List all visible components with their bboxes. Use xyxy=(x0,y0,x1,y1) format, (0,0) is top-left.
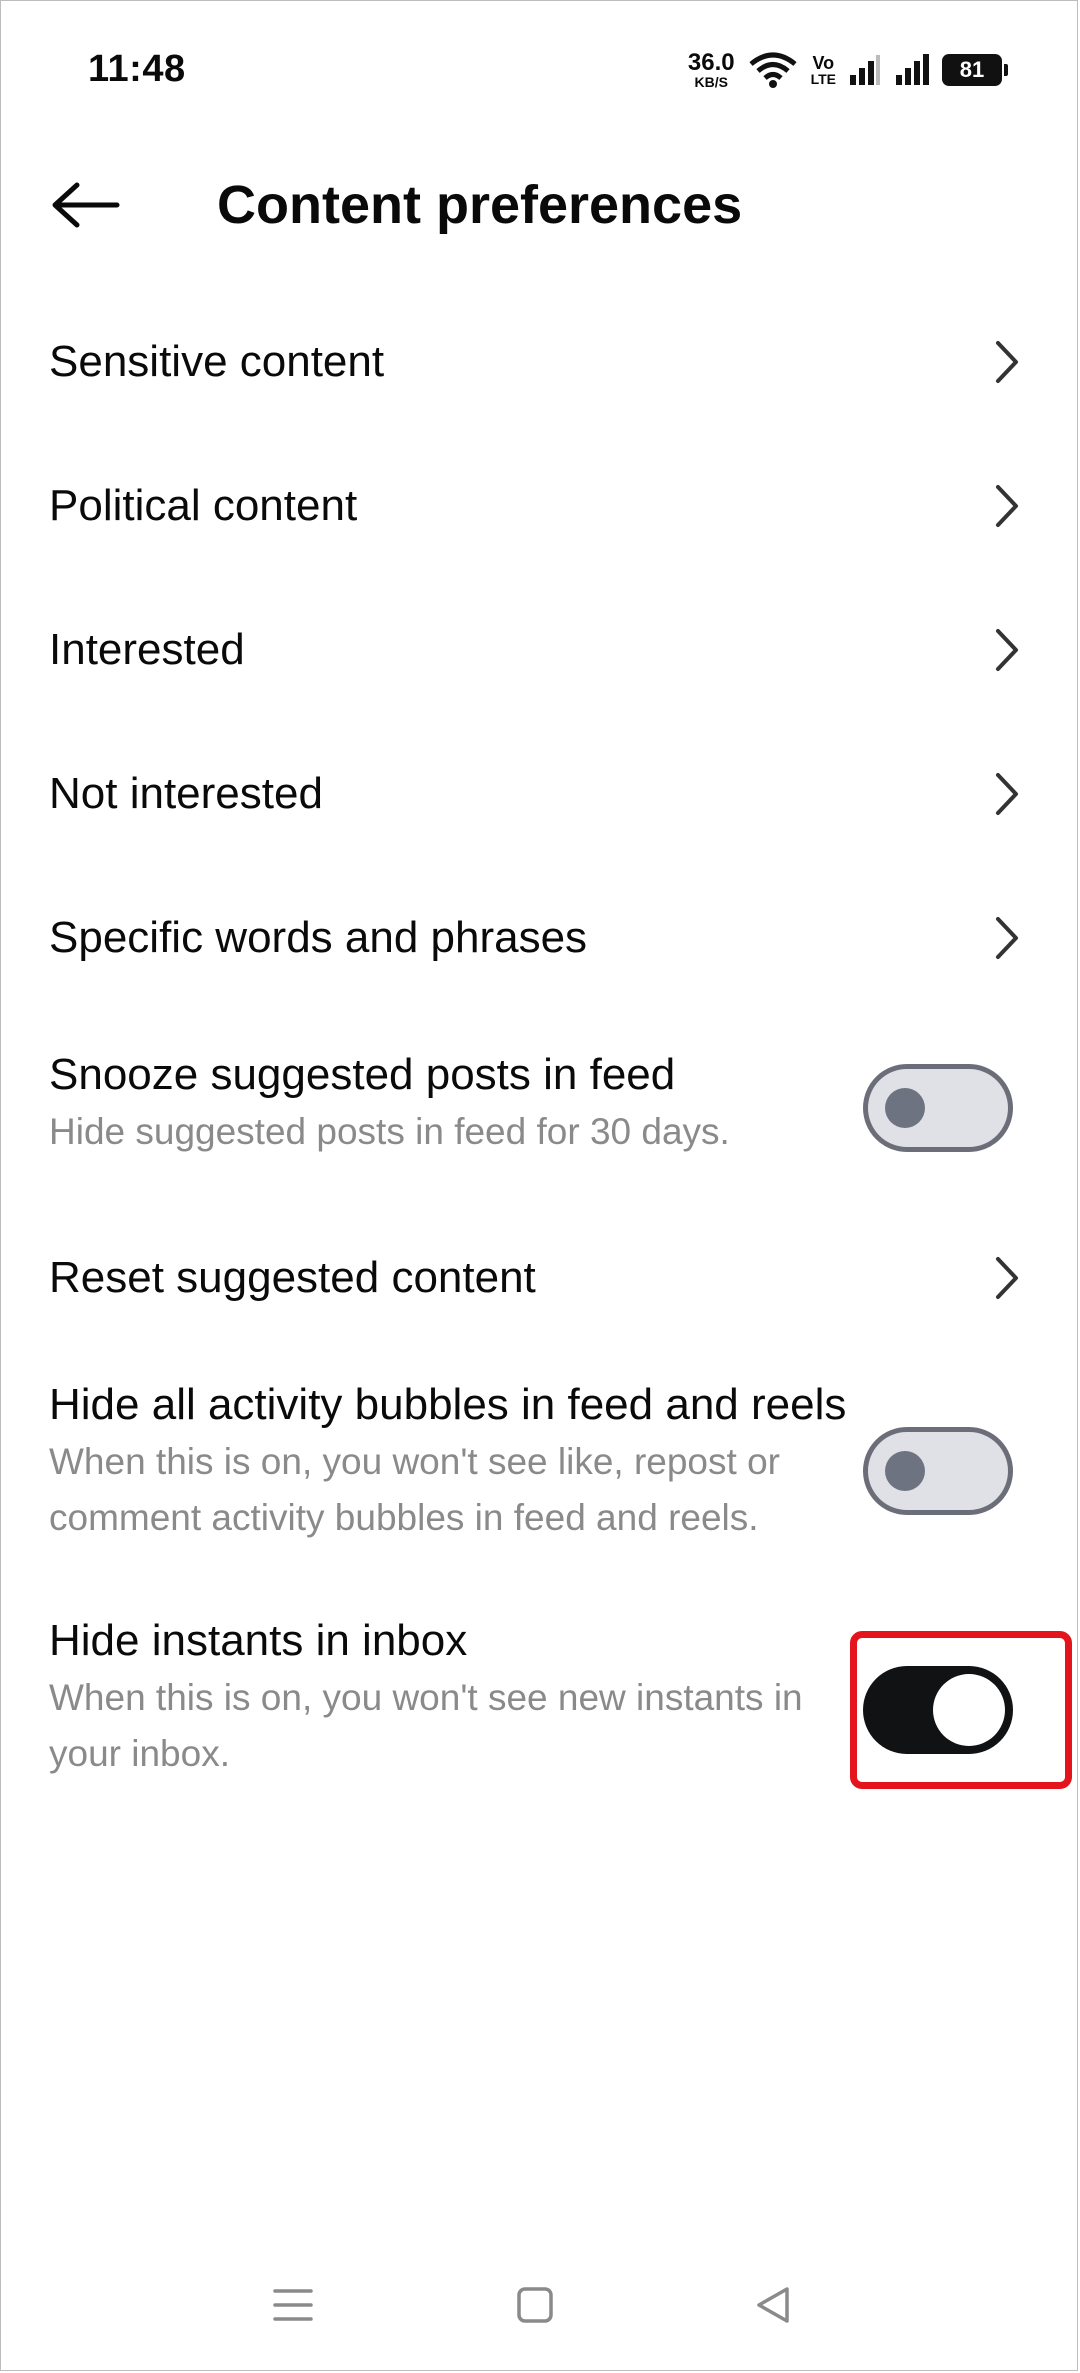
net-speed-value: 36.0 xyxy=(687,49,735,76)
item-label: Hide all activity bubbles in feed and re… xyxy=(49,1380,847,1429)
hide-instants-item: Hide instants in inbox When this is on, … xyxy=(0,1592,1080,1828)
sensitive-content-item[interactable]: Sensitive content xyxy=(0,290,1080,434)
volte-indicator: Vo LTE xyxy=(811,54,836,86)
reset-suggested-content-item[interactable]: Reset suggested content xyxy=(0,1206,1080,1350)
toggle-knob xyxy=(933,1674,1005,1746)
net-speed: 36.0 KB/S xyxy=(687,49,735,90)
volte-top: Vo xyxy=(812,53,835,73)
system-back-button[interactable] xyxy=(738,2270,808,2340)
snooze-suggested-posts-item: Snooze suggested posts in feed Hide sugg… xyxy=(0,1010,1080,1206)
snooze-suggested-posts-toggle[interactable] xyxy=(863,1064,1013,1152)
toggle-knob xyxy=(885,1088,925,1128)
chevron-right-icon xyxy=(996,485,1018,527)
back-triangle-icon xyxy=(757,2287,789,2323)
wifi-icon xyxy=(749,52,797,88)
item-label: Not interested xyxy=(49,769,323,818)
toggle-knob xyxy=(885,1451,925,1491)
item-label: Hide instants in inbox xyxy=(49,1616,468,1665)
not-interested-item[interactable]: Not interested xyxy=(0,722,1080,866)
recent-apps-button[interactable] xyxy=(258,2270,328,2340)
hide-activity-bubbles-toggle[interactable] xyxy=(863,1427,1013,1515)
status-time: 11:48 xyxy=(88,48,186,90)
arrow-left-icon xyxy=(52,182,120,228)
chevron-right-icon xyxy=(996,1257,1018,1299)
item-label: Snooze suggested posts in feed xyxy=(49,1050,676,1099)
item-description: When this is on, you won't see like, rep… xyxy=(49,1441,780,1538)
item-label: Specific words and phrases xyxy=(49,913,588,962)
signal-icon-sim1 xyxy=(850,55,880,85)
chevron-right-icon xyxy=(996,917,1018,959)
system-nav-bar xyxy=(0,2250,1080,2360)
chevron-right-icon xyxy=(996,341,1018,383)
home-square-icon xyxy=(517,2287,553,2323)
app-header: Content preferences xyxy=(0,140,1080,270)
page-title: Content preferences xyxy=(217,175,743,235)
item-description: When this is on, you won't see new insta… xyxy=(49,1677,803,1774)
home-button[interactable] xyxy=(500,2270,570,2340)
specific-words-item[interactable]: Specific words and phrases xyxy=(0,866,1080,1010)
chevron-right-icon xyxy=(996,629,1018,671)
hide-instants-toggle[interactable] xyxy=(863,1666,1013,1754)
status-icons: 36.0 KB/S Vo LTE 81 xyxy=(687,46,1008,94)
volte-bottom: LTE xyxy=(810,71,836,87)
hide-activity-bubbles-item: Hide all activity bubbles in feed and re… xyxy=(0,1350,1080,1592)
signal-icon-sim2 xyxy=(896,54,929,85)
item-label: Interested xyxy=(49,625,245,674)
item-description: Hide suggested posts in feed for 30 days… xyxy=(49,1111,730,1152)
battery-icon: 81 xyxy=(942,54,1008,86)
menu-icon xyxy=(273,2289,313,2321)
status-bar: 11:48 36.0 KB/S Vo LTE 81 xyxy=(0,0,1080,140)
back-button[interactable] xyxy=(40,170,130,240)
item-label: Political content xyxy=(49,481,358,530)
item-label: Reset suggested content xyxy=(49,1253,536,1302)
chevron-right-icon xyxy=(996,773,1018,815)
item-label: Sensitive content xyxy=(49,337,385,386)
interested-item[interactable]: Interested xyxy=(0,578,1080,722)
net-speed-unit: KB/S xyxy=(694,74,728,90)
preferences-list: Sensitive content Political content Inte… xyxy=(0,290,1080,1828)
political-content-item[interactable]: Political content xyxy=(0,434,1080,578)
